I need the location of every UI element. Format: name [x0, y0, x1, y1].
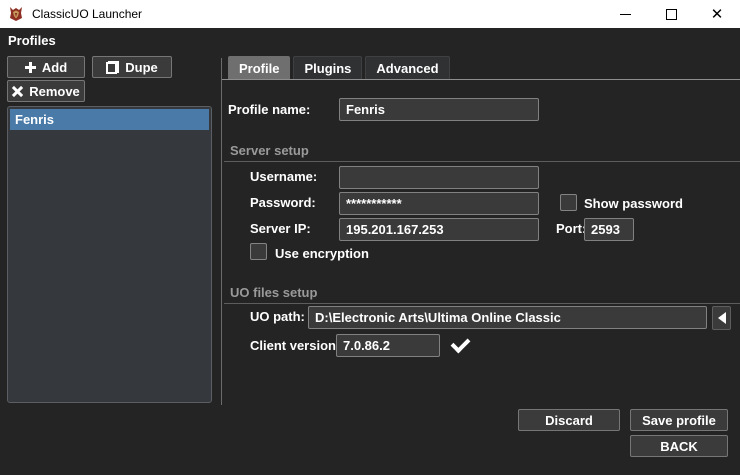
- use-encryption-checkbox[interactable]: [250, 243, 267, 260]
- profile-name-input[interactable]: [339, 98, 539, 121]
- username-input[interactable]: [339, 166, 539, 189]
- tabbar: Profile Plugins Advanced: [228, 56, 450, 80]
- add-button-label: Add: [42, 60, 67, 75]
- plus-icon: [25, 62, 36, 73]
- titlebar: ClassicUO Launcher ✕: [0, 0, 740, 28]
- show-password-checkbox[interactable]: [560, 194, 577, 211]
- uo-path-label: UO path:: [250, 309, 305, 324]
- server-setup-title: Server setup: [230, 143, 309, 158]
- x-icon: [12, 86, 23, 97]
- window-controls: ✕: [602, 0, 740, 28]
- save-profile-button[interactable]: Save profile: [630, 409, 728, 431]
- add-profile-button[interactable]: Add: [7, 56, 85, 78]
- window-title: ClassicUO Launcher: [32, 7, 142, 21]
- profile-name-label: Profile name:: [228, 102, 310, 117]
- remove-profile-button[interactable]: Remove: [7, 80, 85, 102]
- copy-icon: [106, 61, 119, 74]
- profile-list-item[interactable]: Fenris: [10, 109, 209, 130]
- password-input[interactable]: [339, 192, 539, 215]
- triangle-left-icon: [718, 312, 726, 324]
- minimize-button[interactable]: [602, 0, 648, 28]
- back-button-label: BACK: [660, 439, 698, 454]
- username-label: Username:: [250, 169, 317, 184]
- panel-divider: [221, 58, 222, 405]
- app-icon: [7, 5, 25, 23]
- client-version-label: Client version:: [250, 338, 340, 353]
- client-version-input[interactable]: [336, 334, 440, 357]
- close-icon: ✕: [711, 7, 724, 22]
- tab-profile[interactable]: Profile: [228, 56, 290, 80]
- minimize-icon: [620, 14, 631, 15]
- tab-advanced[interactable]: Advanced: [365, 56, 449, 80]
- use-encryption-label: Use encryption: [275, 246, 369, 261]
- uo-path-input[interactable]: [308, 306, 707, 329]
- discard-button[interactable]: Discard: [518, 409, 620, 431]
- maximize-button[interactable]: [648, 0, 694, 28]
- dupe-profile-button[interactable]: Dupe: [92, 56, 172, 78]
- close-button[interactable]: ✕: [694, 0, 740, 28]
- uo-path-browse-button[interactable]: [712, 306, 731, 330]
- port-input[interactable]: [584, 218, 634, 241]
- remove-button-label: Remove: [29, 84, 80, 99]
- server-ip-input[interactable]: [339, 218, 539, 241]
- server-ip-label: Server IP:: [250, 221, 311, 236]
- back-button[interactable]: BACK: [630, 435, 728, 457]
- launcher-window: ClassicUO Launcher ✕ Profiles Add Dupe R…: [0, 0, 740, 475]
- maximize-icon: [666, 9, 677, 20]
- save-profile-button-label: Save profile: [642, 413, 716, 428]
- dupe-button-label: Dupe: [125, 60, 158, 75]
- port-label: Port:: [556, 221, 586, 236]
- profiles-heading: Profiles: [8, 33, 56, 48]
- tab-plugins[interactable]: Plugins: [293, 56, 362, 80]
- show-password-label: Show password: [584, 196, 683, 211]
- profile-list[interactable]: Fenris: [7, 106, 212, 403]
- server-setup-border: [224, 161, 740, 162]
- version-valid-check-icon: [451, 334, 471, 354]
- uo-files-setup-border: [224, 303, 740, 304]
- uo-files-setup-title: UO files setup: [230, 285, 317, 300]
- discard-button-label: Discard: [545, 413, 593, 428]
- tabbar-underline: [222, 79, 740, 80]
- password-label: Password:: [250, 195, 316, 210]
